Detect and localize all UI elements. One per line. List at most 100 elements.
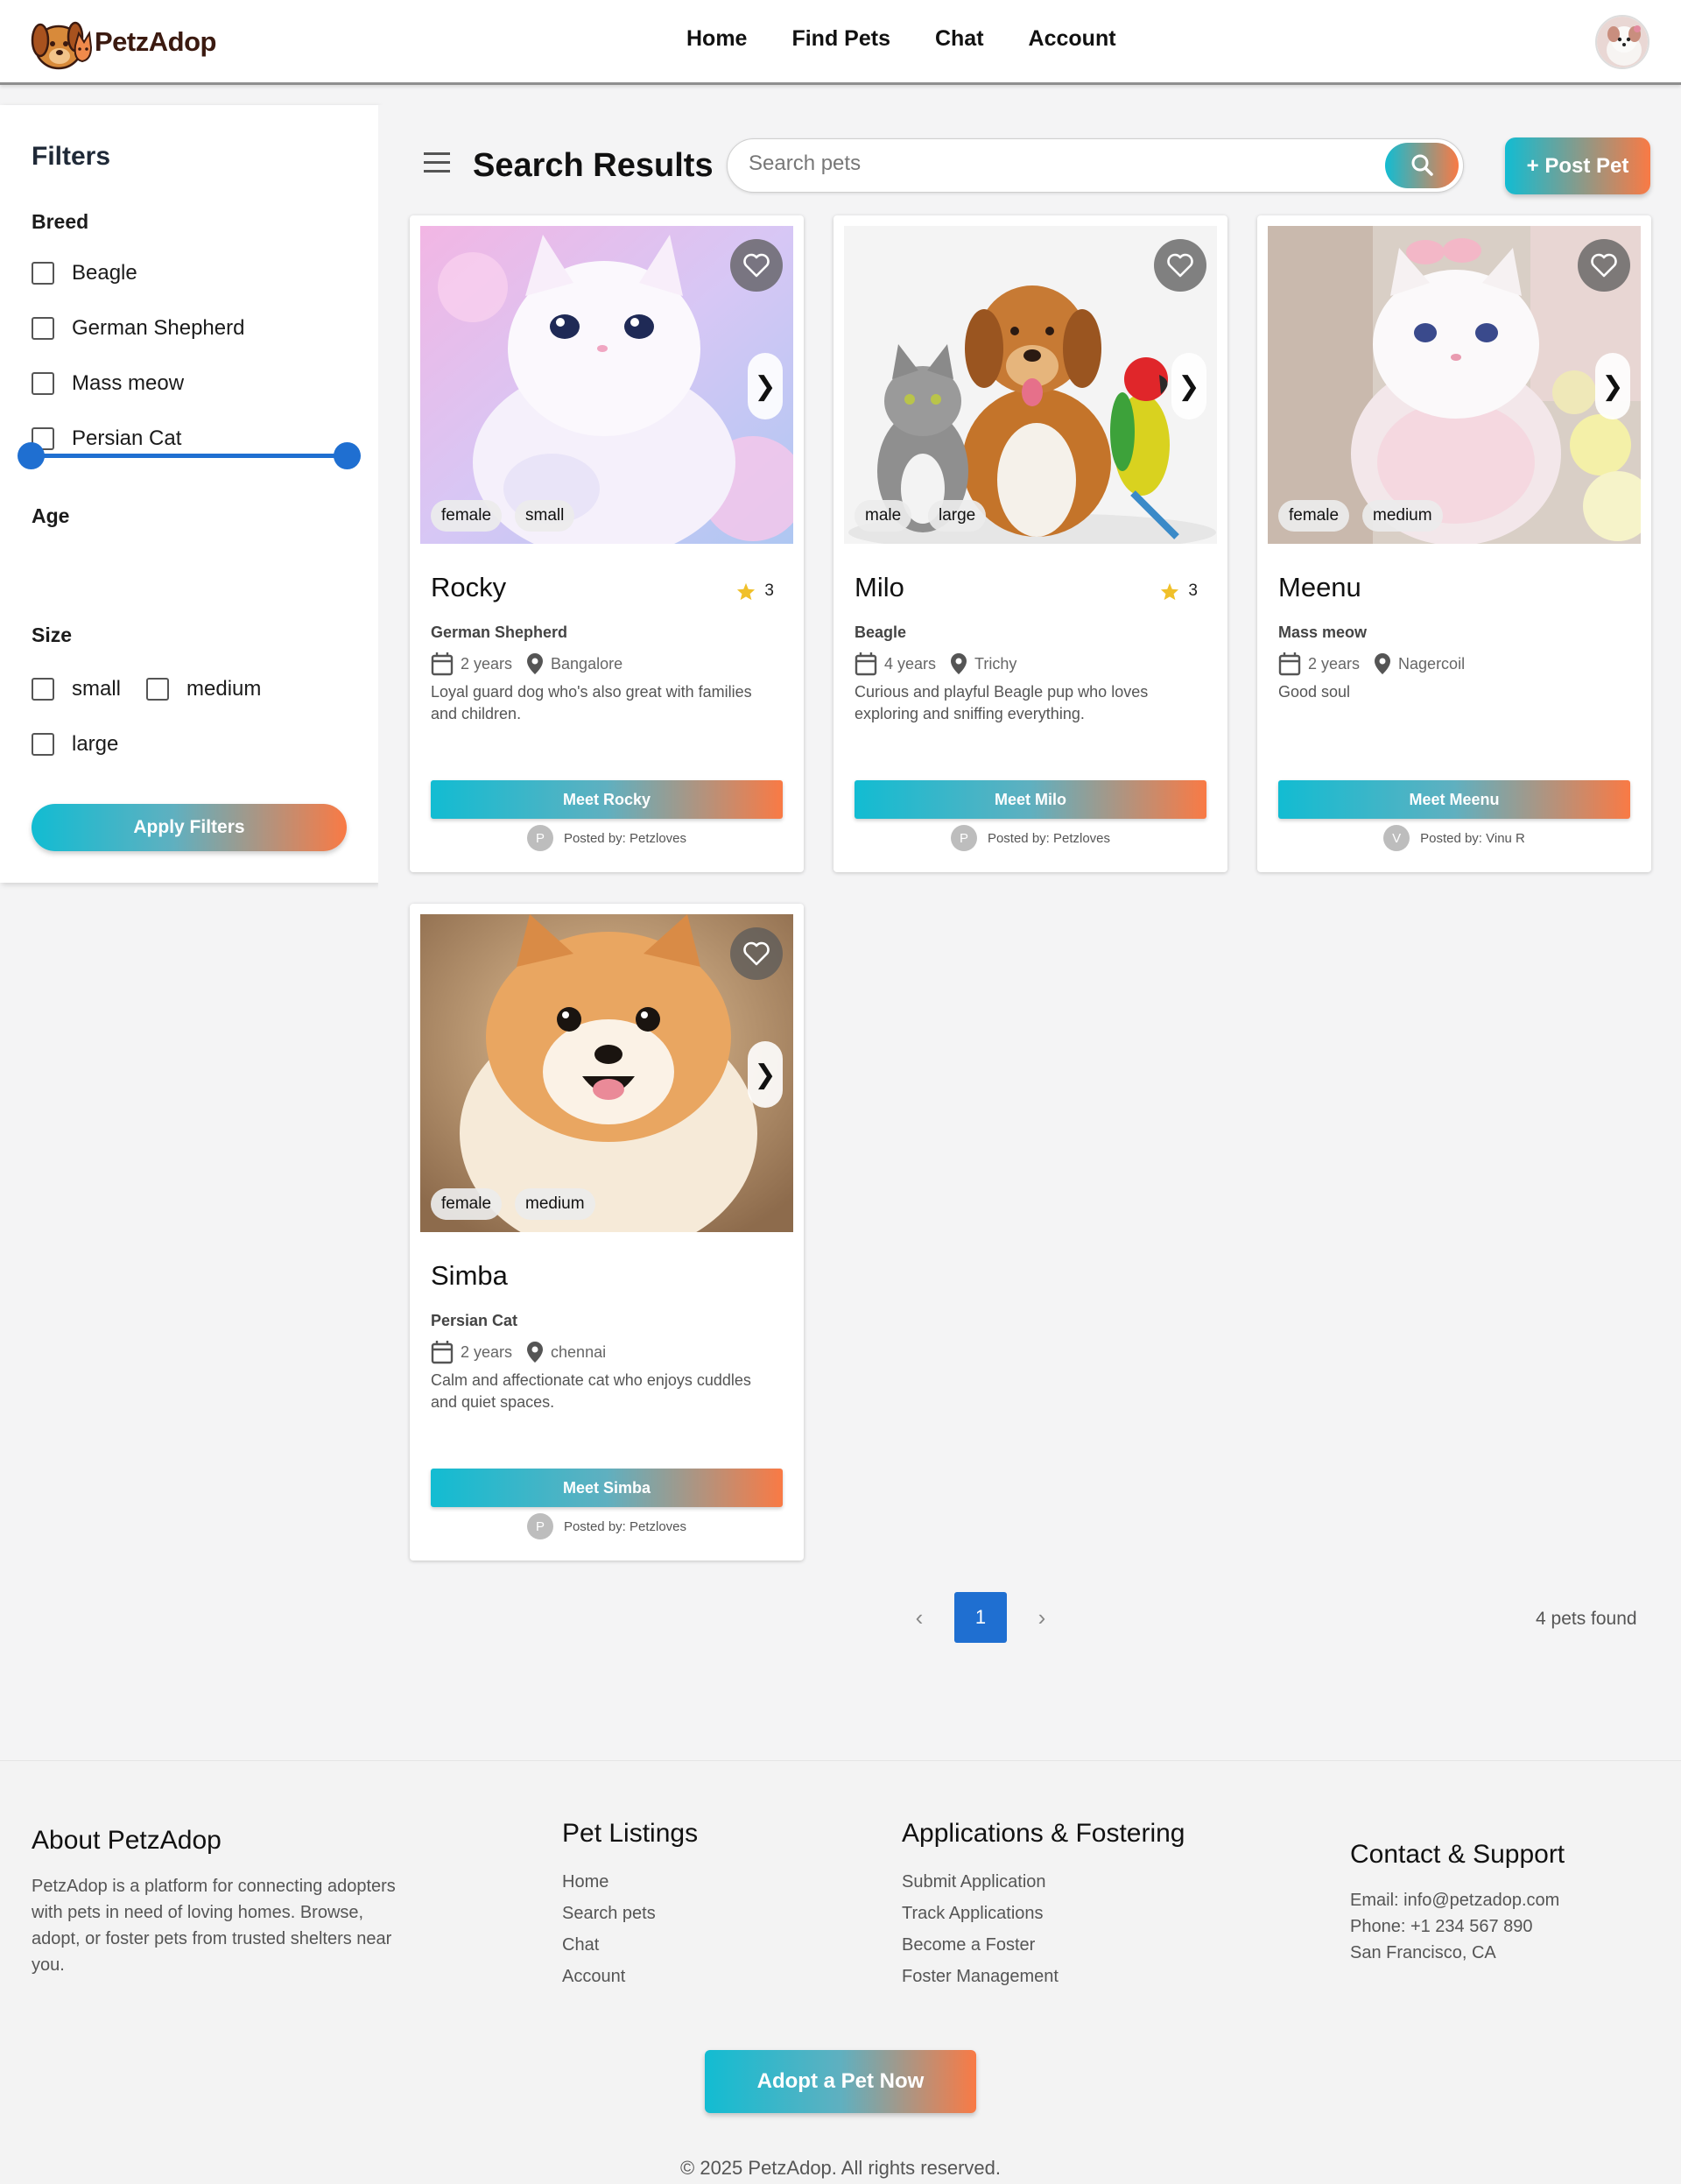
footer-contact-email: Email: info@petzadop.com [1350, 1891, 1560, 1910]
age-slider-track[interactable] [32, 454, 347, 458]
footer-listings-title: Pet Listings [562, 1819, 699, 1848]
pet-description: Good soul [1278, 683, 1351, 701]
adopt-pet-button[interactable]: Adopt a Pet Now [705, 2050, 976, 2113]
favorite-button[interactable] [730, 927, 783, 980]
chevron-right-icon: ❯ [1601, 371, 1624, 401]
gender-tag: male [855, 500, 912, 532]
poster-name: Posted by: Petzloves [563, 830, 687, 846]
pet-name: Simba [431, 1260, 508, 1291]
brand-logo[interactable]: PetzAdop [30, 11, 216, 74]
size-option-small[interactable]: small [32, 677, 121, 701]
checkbox[interactable] [32, 317, 54, 340]
pet-photo: ❯ female medium [420, 914, 793, 1232]
menu-icon[interactable] [424, 152, 450, 173]
size-tag: medium [1362, 500, 1443, 532]
footer-link-home[interactable]: Home [562, 1866, 698, 1898]
location-icon [527, 1342, 544, 1363]
rating-value: 3 [764, 581, 774, 600]
pet-description: Calm and affectionate cat who enjoys cud… [431, 1371, 751, 1411]
footer-apps-title: Applications & Fostering [902, 1819, 1185, 1848]
size-option-large[interactable]: large [32, 732, 118, 757]
pet-breed: Persian Cat [431, 1312, 518, 1329]
breed-option-persian-cat[interactable]: Persian Cat [32, 426, 181, 451]
footer-applications: Applications & Fostering Submit Applicat… [902, 1819, 1185, 1992]
search-input[interactable] [749, 151, 1361, 176]
pet-name: Meenu [1278, 572, 1361, 602]
calendar-icon [1278, 652, 1301, 676]
pet-name: Rocky [431, 572, 507, 602]
poster-avatar: P [526, 1513, 553, 1539]
meet-pet-button[interactable]: Meet Rocky [431, 780, 783, 819]
heart-icon [743, 941, 770, 966]
chevron-right-icon: ❯ [754, 371, 777, 401]
pet-breed: Beagle [855, 623, 907, 641]
top-header: PetzAdop Home Find Pets Chat Account [0, 0, 1681, 85]
pet-meta: 2 years chennai [431, 1340, 606, 1364]
chevron-left-icon: ‹ [915, 1603, 924, 1631]
next-photo-button[interactable]: ❯ [748, 1041, 783, 1108]
checkbox[interactable] [32, 733, 54, 756]
footer-contact-title: Contact & Support [1350, 1840, 1565, 1869]
poster-name: Posted by: Vinu R [1420, 830, 1525, 846]
copyright: © 2025 PetzAdop. All rights reserved. [680, 2157, 1001, 2179]
posted-by: P Posted by: Petzloves [833, 825, 1227, 851]
next-photo-button[interactable]: ❯ [748, 353, 783, 419]
filters-sidebar: Filters Breed Beagle German Shepherd Mas… [0, 105, 378, 883]
search-bar [727, 138, 1464, 193]
footer-contact-address: San Francisco, CA [1350, 1943, 1496, 1962]
favorite-button[interactable] [730, 239, 783, 292]
apply-filters-button[interactable]: Apply Filters [32, 804, 347, 851]
footer-link-search-pets[interactable]: Search pets [562, 1898, 698, 1929]
footer-link-chat[interactable]: Chat [562, 1929, 698, 1961]
size-option-medium[interactable]: medium [146, 677, 261, 701]
prev-page-button[interactable]: ‹ [902, 1600, 937, 1635]
gender-tag: female [431, 1188, 503, 1220]
next-page-button[interactable]: › [1024, 1600, 1059, 1635]
footer-link-become-foster[interactable]: Become a Foster [902, 1929, 1185, 1961]
rating-value: 3 [1188, 581, 1198, 600]
footer-link-foster-management[interactable]: Foster Management [902, 1961, 1185, 1992]
filters-title: Filters [32, 142, 111, 171]
pet-description: Curious and playful Beagle pup who loves… [855, 683, 1149, 722]
footer-link-account[interactable]: Account [562, 1961, 698, 1992]
results-count: 4 pets found [1536, 1609, 1637, 1629]
posted-by: P Posted by: Petzloves [410, 825, 804, 851]
breed-heading: Breed [32, 210, 89, 233]
post-pet-button[interactable]: + Post Pet [1505, 137, 1650, 194]
checkbox[interactable] [146, 678, 169, 701]
poster-avatar: V [1383, 825, 1410, 851]
size-label: medium [186, 677, 262, 701]
breed-option-beagle[interactable]: Beagle [32, 261, 137, 285]
footer-link-submit-application[interactable]: Submit Application [902, 1866, 1185, 1898]
footer-link-track-applications[interactable]: Track Applications [902, 1898, 1185, 1929]
calendar-icon [431, 652, 454, 676]
nav-account[interactable]: Account [1029, 26, 1116, 52]
size-label: small [72, 677, 122, 701]
breed-option-mass-meow[interactable]: Mass meow [32, 371, 184, 396]
breed-option-german-shepherd[interactable]: German Shepherd [32, 316, 244, 341]
age-slider-max-thumb[interactable] [334, 442, 361, 469]
pet-age: 4 years [884, 654, 937, 673]
favorite-button[interactable] [1578, 239, 1630, 292]
pet-location: Trichy [974, 654, 1017, 673]
checkbox[interactable] [32, 262, 54, 285]
age-slider-min-thumb[interactable] [18, 442, 45, 469]
chevron-right-icon: ❯ [754, 1060, 777, 1089]
next-photo-button[interactable]: ❯ [1595, 353, 1630, 419]
meet-pet-button[interactable]: Meet Simba [431, 1469, 783, 1507]
next-photo-button[interactable]: ❯ [1171, 353, 1206, 419]
nav-chat[interactable]: Chat [935, 26, 984, 52]
pet-card-rocky: ❯ female small Rocky 3 German Shepherd 2… [410, 215, 804, 872]
page-number-button[interactable]: 1 [954, 1592, 1007, 1643]
nav-home[interactable]: Home [686, 26, 747, 52]
user-avatar[interactable] [1595, 15, 1649, 69]
favorite-button[interactable] [1154, 239, 1206, 292]
meet-pet-button[interactable]: Meet Milo [855, 780, 1206, 819]
checkbox[interactable] [32, 372, 54, 395]
size-label: large [72, 732, 119, 756]
nav-find-pets[interactable]: Find Pets [791, 26, 890, 52]
search-button[interactable] [1385, 143, 1459, 188]
meet-pet-button[interactable]: Meet Meenu [1278, 780, 1630, 819]
size-tag: medium [515, 1188, 595, 1220]
checkbox[interactable] [32, 678, 54, 701]
